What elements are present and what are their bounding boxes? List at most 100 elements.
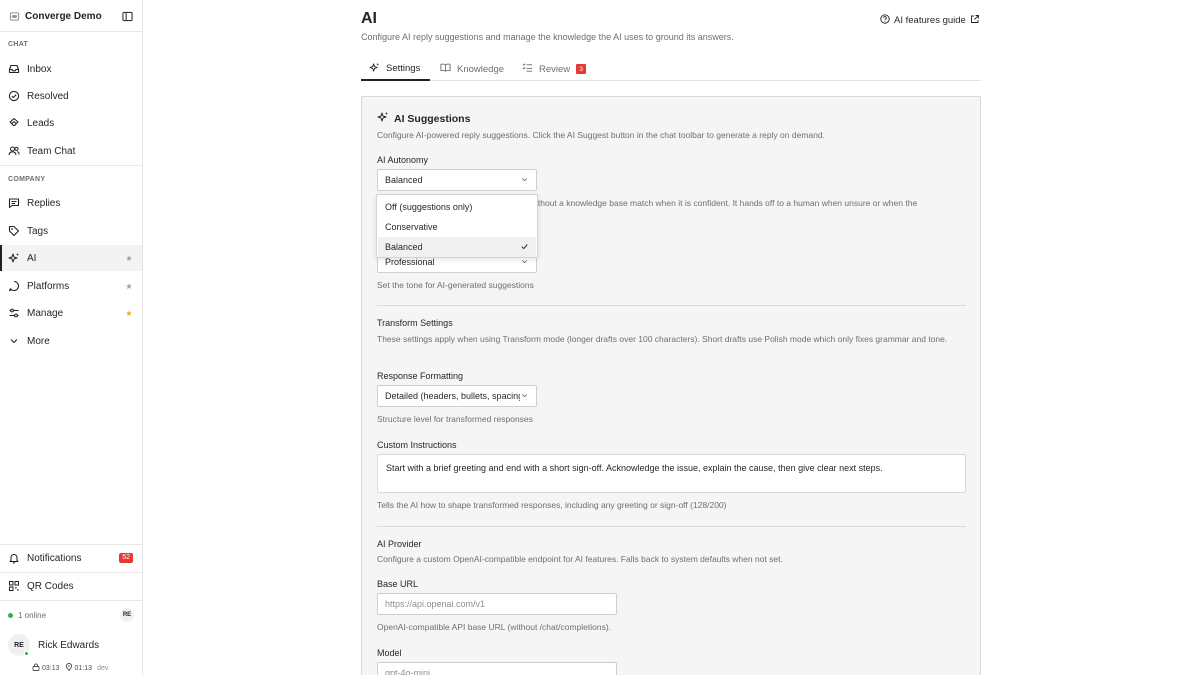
- sidebar-item-label: Inbox: [27, 63, 52, 75]
- sidebar-item-label: Manage: [27, 307, 64, 319]
- star-icon[interactable]: ★: [124, 254, 134, 263]
- custom-instructions-label: Custom Instructions: [377, 440, 457, 450]
- base-url-input[interactable]: https://api.openai.com/v1: [377, 593, 617, 615]
- sidebar-toggle-icon[interactable]: [120, 9, 134, 23]
- model-label: Model: [377, 648, 402, 658]
- sidebar-item-label: Tags: [27, 225, 49, 237]
- page-title: AI: [361, 10, 377, 27]
- ai-autonomy-help: ithout a knowledge base match when it is…: [536, 198, 918, 208]
- option-off[interactable]: Off (suggestions only): [378, 197, 536, 217]
- sidebar-item-leads[interactable]: Leads: [0, 110, 142, 136]
- sidebar-item-label: Notifications: [27, 552, 82, 564]
- tab-settings[interactable]: Settings: [361, 58, 430, 81]
- notifications-badge: 52: [119, 553, 133, 563]
- sidebar-item-label: Leads: [27, 117, 55, 129]
- section-title: AI Suggestions: [394, 112, 471, 125]
- option-label: Conservative: [385, 222, 438, 232]
- guide-link-label: AI features guide: [894, 15, 966, 26]
- chevron-down-icon: [520, 391, 529, 402]
- sidebar-item-replies[interactable]: Replies: [0, 190, 142, 216]
- option-balanced[interactable]: Balanced: [378, 237, 536, 257]
- sidebar-item-label: AI: [27, 252, 37, 264]
- chevron-down-icon: [520, 175, 529, 186]
- section-label-chat: CHAT: [8, 41, 29, 48]
- check-icon: [520, 242, 529, 253]
- sparkles-icon: [377, 111, 389, 126]
- online-status: 1 online RE: [8, 608, 134, 622]
- environment-label: dev: [97, 664, 109, 672]
- sidebar-item-label: More: [27, 335, 50, 347]
- page-subtitle: Configure AI reply suggestions and manag…: [361, 32, 734, 42]
- divider: [377, 526, 966, 527]
- sidebar-item-label: Platforms: [27, 280, 70, 292]
- custom-instructions-help: Tells the AI how to shape transformed re…: [377, 500, 727, 510]
- select-value: Detailed (headers, bullets, spacing): [385, 391, 520, 401]
- location-pin-icon: [65, 663, 73, 673]
- users-icon: [8, 145, 20, 157]
- message-square-icon: [8, 197, 20, 209]
- sidebar-item-label: Team Chat: [27, 145, 76, 157]
- response-formatting-select[interactable]: Detailed (headers, bullets, spacing): [377, 385, 537, 407]
- workspace-icon: [8, 10, 20, 22]
- tab-label: Settings: [386, 63, 421, 74]
- tab-bar: Settings Knowledge Review 3: [361, 58, 981, 81]
- lock-icon: [32, 663, 40, 673]
- chevron-down-icon: [8, 335, 20, 347]
- section-label-company: COMPANY: [8, 176, 46, 183]
- tone-help: Set the tone for AI-generated suggestion…: [377, 280, 534, 290]
- tag-icon: [8, 225, 20, 237]
- base-url-help: OpenAI-compatible API base URL (without …: [377, 622, 612, 632]
- ai-autonomy-dropdown: Off (suggestions only) Conservative Bala…: [376, 194, 538, 258]
- help-circle-icon: [880, 14, 890, 27]
- online-dot-icon: [8, 612, 13, 618]
- sidebar-item-resolved[interactable]: Resolved: [0, 83, 142, 109]
- option-label: Balanced: [385, 242, 423, 252]
- avatar: RE: [8, 634, 30, 656]
- magnet-icon: [8, 117, 20, 129]
- model-input[interactable]: gpt-4o-mini: [377, 662, 617, 675]
- select-value: Balanced: [385, 175, 423, 185]
- footer-status: 03:13 01:13 dev: [32, 663, 108, 673]
- online-user-avatar[interactable]: RE: [120, 608, 134, 622]
- tab-review[interactable]: Review 3: [522, 58, 587, 80]
- select-value: Professional: [385, 257, 435, 267]
- divider: [0, 165, 142, 166]
- sidebar-item-platforms[interactable]: Platforms ★: [0, 273, 142, 299]
- settings-panel: AI Suggestions Configure AI-powered repl…: [361, 96, 981, 675]
- sidebar-item-inbox[interactable]: Inbox: [0, 56, 142, 82]
- sidebar-item-qr-codes[interactable]: QR Codes: [0, 573, 142, 599]
- sidebar-item-notifications[interactable]: Notifications 52: [0, 545, 142, 571]
- transform-settings-title: Transform Settings: [377, 318, 453, 328]
- avatar-initials: RE: [14, 641, 24, 649]
- presence-dot-icon: [24, 651, 29, 656]
- sidebar-item-ai[interactable]: AI ★: [0, 245, 142, 271]
- ai-provider-title: AI Provider: [377, 539, 422, 549]
- tab-knowledge[interactable]: Knowledge: [440, 58, 504, 80]
- chevron-down-icon: [520, 257, 529, 268]
- inbox-icon: [8, 63, 20, 75]
- sidebar-item-team-chat[interactable]: Team Chat: [0, 138, 142, 164]
- qr-code-icon: [8, 580, 20, 592]
- custom-instructions-textarea[interactable]: Start with a brief greeting and end with…: [377, 454, 966, 493]
- check-circle-icon: [8, 90, 20, 102]
- ai-features-guide-link[interactable]: AI features guide: [880, 14, 980, 27]
- review-count-badge: 3: [576, 64, 587, 74]
- sidebar-item-tags[interactable]: Tags: [0, 218, 142, 244]
- ai-suggestions-description: Configure AI-powered reply suggestions. …: [377, 130, 825, 140]
- option-conservative[interactable]: Conservative: [378, 217, 536, 237]
- star-icon[interactable]: ★: [124, 282, 134, 291]
- transform-settings-description: These settings apply when using Transfor…: [377, 334, 948, 344]
- sidebar-item-manage[interactable]: Manage ★: [0, 300, 142, 326]
- timer-primary: 03:13: [42, 664, 60, 672]
- response-formatting-help: Structure level for transformed response…: [377, 414, 533, 424]
- star-icon[interactable]: ★: [124, 309, 134, 318]
- user-menu[interactable]: RE Rick Edwards: [8, 634, 134, 656]
- bell-icon: [8, 552, 20, 564]
- response-formatting-label: Response Formatting: [377, 371, 464, 381]
- book-open-icon: [440, 62, 451, 76]
- workspace-switcher[interactable]: Converge Demo: [8, 8, 134, 24]
- user-name: Rick Edwards: [38, 639, 100, 651]
- option-label: Off (suggestions only): [385, 202, 473, 212]
- sidebar-item-more[interactable]: More: [0, 328, 142, 354]
- ai-autonomy-select[interactable]: Balanced: [377, 169, 537, 191]
